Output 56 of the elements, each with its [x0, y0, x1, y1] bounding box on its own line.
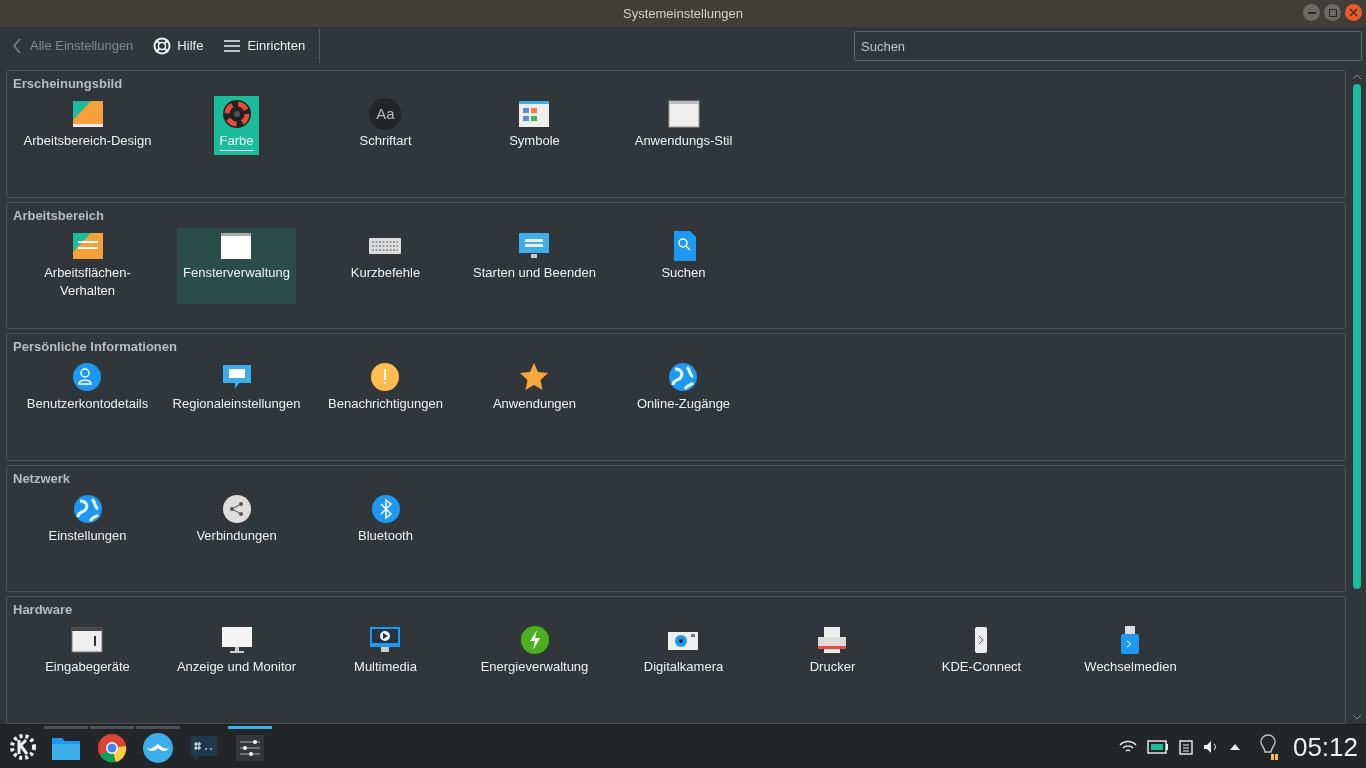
category-title: Erscheinungsbild: [13, 76, 123, 92]
mustache-icon: [142, 732, 174, 764]
gear-icon: [8, 731, 38, 762]
minimize-button[interactable]: [1303, 4, 1320, 21]
settings-item[interactable]: Arbeitsbereich-Design: [17, 96, 158, 155]
settings-item[interactable]: Bluetooth: [352, 490, 419, 549]
back-icon: [12, 38, 22, 54]
close-button[interactable]: [1345, 4, 1362, 21]
settings-item[interactable]: Digitalkamera: [637, 622, 730, 681]
battery-icon[interactable]: [1146, 739, 1169, 754]
clipboard-icon[interactable]: [1178, 738, 1193, 755]
settings-item[interactable]: Anwendungen: [486, 359, 583, 418]
menu-icon: [223, 39, 242, 53]
category-title: Arbeitsbereich: [13, 207, 105, 224]
settings-item[interactable]: Fensterverwaltung: [177, 227, 296, 304]
settings-item[interactable]: Drucker: [803, 622, 862, 681]
close-icon: [1349, 8, 1358, 17]
menu-button[interactable]: Einrichten: [223, 36, 306, 56]
scroll-up-icon: [1352, 74, 1362, 80]
settings-item[interactable]: Regionaleinstellungen: [166, 359, 307, 418]
settings-item[interactable]: Anzeige und Monitor: [170, 622, 303, 681]
expand-icon[interactable]: [1228, 742, 1241, 751]
settings-item[interactable]: Einstellungen: [42, 490, 133, 549]
speaker-icon[interactable]: [1202, 739, 1219, 754]
terminal-icon: [190, 735, 218, 761]
wifi-icon[interactable]: [1118, 739, 1137, 754]
settings-item[interactable]: Starten und Beenden: [467, 227, 602, 304]
font-icon: Aa: [369, 98, 402, 130]
lightbulb-icon[interactable]: [1258, 733, 1279, 760]
category-title: Hardware: [13, 602, 73, 619]
settings-item[interactable]: Suchen: [655, 227, 712, 304]
settings-item[interactable]: Verbindungen: [190, 490, 283, 549]
settings-item[interactable]: Energieverwaltung: [474, 622, 595, 681]
settings-item[interactable]: Benutzerkontodetails: [20, 359, 155, 418]
settings-item[interactable]: Multimedia: [348, 622, 423, 681]
settings-item[interactable]: Anwendungs-Stil: [628, 96, 739, 155]
settings-item[interactable]: Aa Schriftart: [353, 96, 418, 155]
clock[interactable]: 05:12: [1292, 733, 1358, 760]
settings-item[interactable]: KDE-Connect: [935, 622, 1028, 681]
settings-item[interactable]: Wechselmedien: [1078, 622, 1183, 681]
settings-item[interactable]: Benachrichtigungen: [322, 359, 449, 418]
window-title: Systemeinstellungen: [623, 4, 743, 23]
lifebuoy-icon: [153, 37, 172, 55]
scroll-down-icon: [1352, 714, 1362, 720]
settings-item[interactable]: Arbeitsflächen-Verhalten: [13, 227, 162, 304]
settings-item[interactable]: Kurzbefehle: [344, 227, 427, 304]
folder-icon: [51, 735, 81, 761]
settings-item[interactable]: Online-Zugänge: [630, 359, 737, 418]
settings-item[interactable]: Eingabegeräte: [39, 622, 136, 681]
settings-item[interactable]: Symbole: [503, 96, 566, 155]
search-field[interactable]: Suchen: [854, 31, 1362, 61]
category-title: Netzwerk: [13, 470, 71, 487]
help-button[interactable]: Hilfe: [153, 36, 204, 56]
category-title: Persönliche Informationen: [13, 339, 177, 356]
maximize-button[interactable]: [1324, 4, 1341, 21]
browser-icon: [97, 733, 127, 763]
